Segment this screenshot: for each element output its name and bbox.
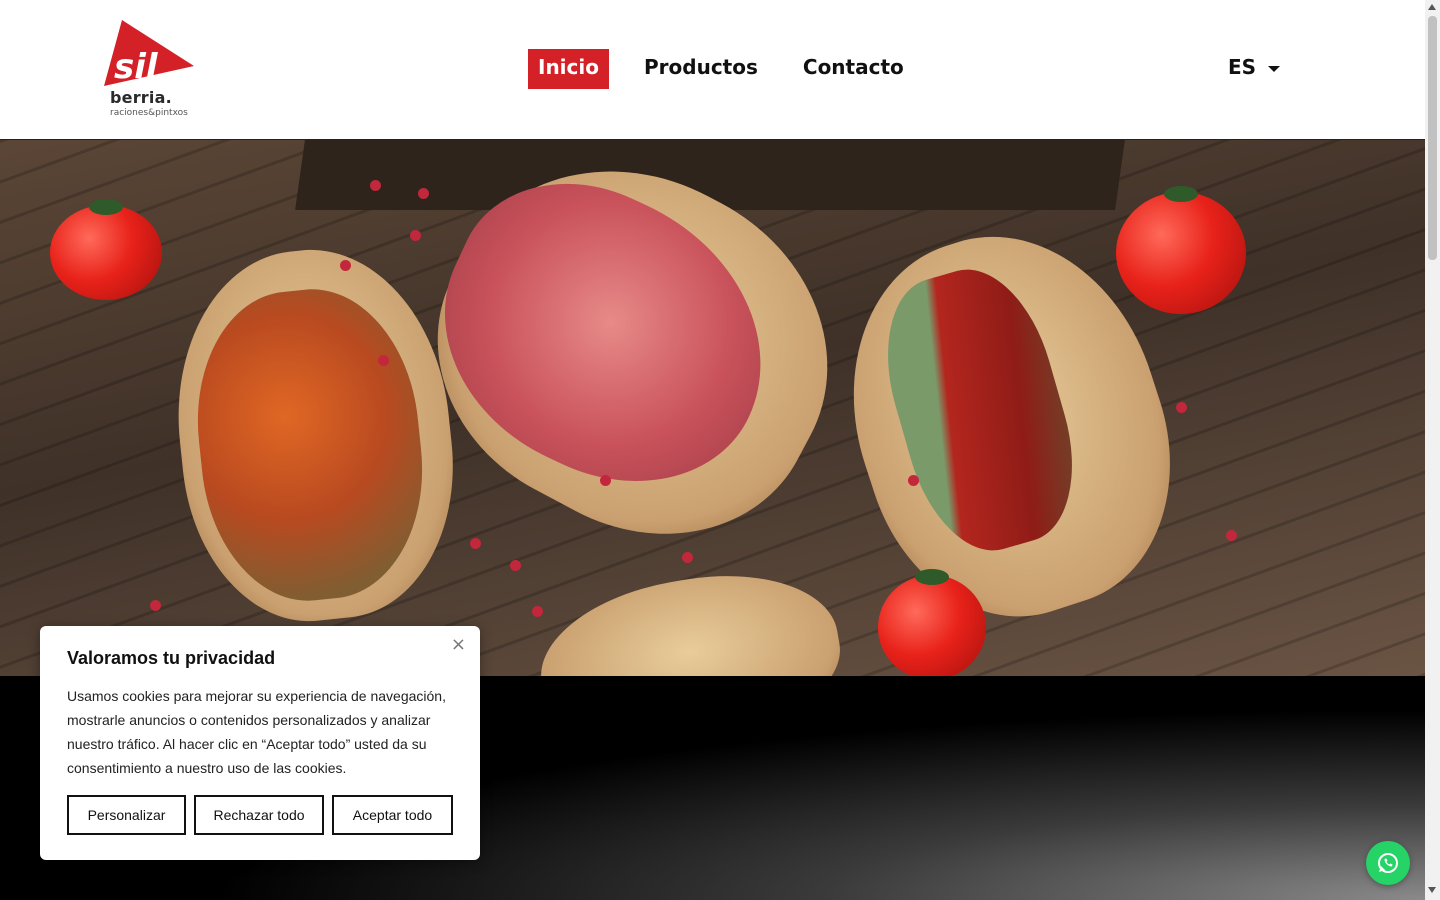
scroll-thumb[interactable] — [1428, 16, 1437, 260]
nav-item-inicio[interactable]: Inicio — [528, 49, 609, 89]
tomato — [878, 569, 986, 676]
close-icon[interactable]: × — [451, 634, 466, 655]
bread-slice — [528, 555, 852, 676]
accept-all-button[interactable]: Aceptar todo — [332, 795, 453, 835]
sil-logo-mark: sil — [104, 20, 194, 87]
whatsapp-icon — [1378, 853, 1398, 873]
logo-tagline: raciones&pintxos — [110, 108, 188, 118]
tomato — [1116, 186, 1246, 314]
chevron-down-icon[interactable] — [1268, 66, 1280, 72]
logo-wordmark: berria. — [110, 88, 172, 107]
peppercorn — [418, 188, 429, 199]
site-logo[interactable]: sil berria. raciones&pintxos — [104, 20, 204, 120]
peppercorn — [510, 560, 521, 571]
peppercorn — [150, 600, 161, 611]
nav-item-contacto[interactable]: Contacto — [793, 49, 914, 89]
nav-item-productos[interactable]: Productos — [634, 49, 768, 89]
site-header: sil berria. raciones&pintxos Inicio Prod… — [0, 0, 1425, 140]
scroll-down-icon[interactable] — [1428, 887, 1436, 893]
peppercorn — [1226, 530, 1237, 541]
main-nav: Inicio Productos Contacto — [528, 49, 914, 89]
cookie-button-row: Personalizar Rechazar todo Aceptar todo — [67, 795, 453, 835]
language-selector[interactable]: ES — [1228, 55, 1256, 79]
peppercorn — [682, 552, 693, 563]
peppercorn — [532, 606, 543, 617]
peppercorn — [370, 180, 381, 191]
peppercorn — [600, 475, 611, 486]
page-scrollbar[interactable] — [1425, 0, 1440, 900]
scroll-up-icon[interactable] — [1428, 4, 1436, 10]
peppercorn — [410, 230, 421, 241]
peppercorn — [908, 475, 919, 486]
whatsapp-button[interactable] — [1366, 841, 1410, 885]
cookie-description: Usamos cookies para mejorar su experienc… — [67, 688, 446, 776]
peppercorn — [378, 355, 389, 366]
peppercorn — [470, 538, 481, 549]
svg-text:sil: sil — [114, 47, 159, 86]
peppercorn — [340, 260, 351, 271]
reject-all-button[interactable]: Rechazar todo — [194, 795, 324, 835]
peppercorn — [1176, 402, 1187, 413]
cookie-consent-dialog: × Valoramos tu privacidad Usamos cookies… — [40, 626, 480, 860]
cookie-title: Valoramos tu privacidad — [67, 648, 276, 668]
tomato — [50, 199, 162, 300]
customize-button[interactable]: Personalizar — [67, 795, 186, 835]
hero-image — [0, 140, 1425, 676]
